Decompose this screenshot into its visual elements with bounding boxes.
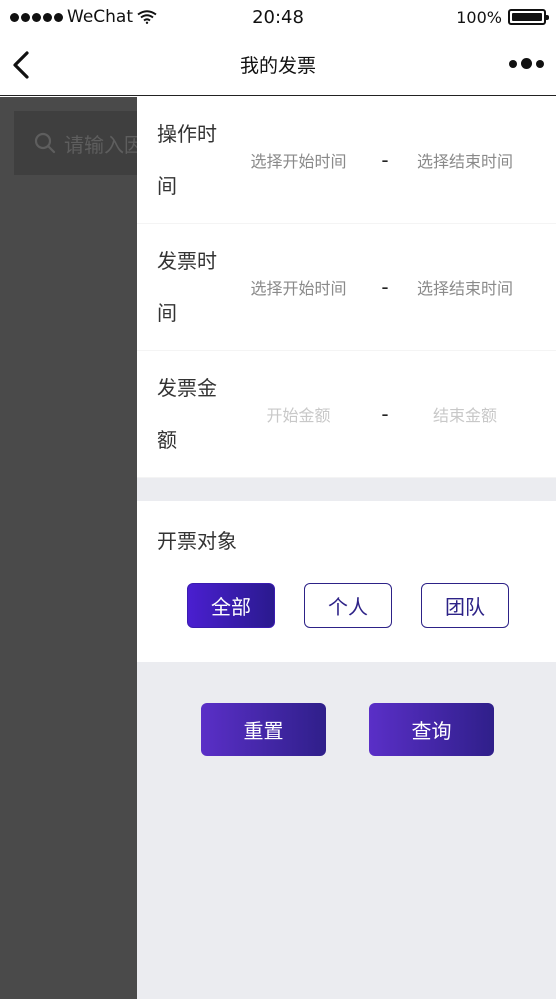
invoice-time-row: 发票时 间 选择开始时间 - 选择结束时间 [137, 224, 556, 351]
status-right: 100% [456, 7, 549, 27]
operation-time-range: 选择开始时间 - 选择结束时间 [227, 148, 556, 172]
invoice-amount-row: 发票金 额 开始金额 - 结束金额 [137, 351, 556, 478]
operation-time-row: 操作时 间 选择开始时间 - 选择结束时间 [137, 97, 556, 224]
reset-button[interactable]: 重置 [201, 703, 326, 756]
battery-fill [512, 13, 542, 21]
nav-bar: 我的发票 [0, 34, 556, 96]
target-panel: 开票对象 全部 个人 团队 [137, 501, 556, 662]
invoice-amount-label: 发票金 额 [137, 362, 227, 466]
signal-icon [10, 12, 63, 22]
filter-drawer: 操作时 间 选择开始时间 - 选择结束时间 发票时 间 选择开始时间 - 选择结… [137, 97, 556, 999]
label-line: 操作时 [157, 122, 217, 146]
option-personal-button[interactable]: 个人 [304, 583, 392, 628]
target-title: 开票对象 [157, 529, 237, 553]
min-amount-input[interactable]: 开始金额 [227, 402, 370, 426]
wifi-icon [137, 10, 157, 24]
search-placeholder: 请输入因 [64, 132, 144, 157]
invoice-time-range: 选择开始时间 - 选择结束时间 [227, 275, 556, 299]
option-all-button[interactable]: 全部 [187, 583, 275, 628]
operation-start-picker[interactable]: 选择开始时间 [227, 148, 370, 172]
filter-panel: 操作时 间 选择开始时间 - 选择结束时间 发票时 间 选择开始时间 - 选择结… [137, 97, 556, 478]
battery-percent: 100% [456, 7, 502, 27]
chevron-left-icon[interactable] [8, 48, 36, 82]
option-team-button[interactable]: 团队 [421, 583, 509, 628]
label-line: 发票时 [157, 249, 217, 273]
range-separator: - [381, 402, 389, 426]
operation-end-picker[interactable]: 选择结束时间 [400, 148, 530, 172]
invoice-amount-range: 开始金额 - 结束金额 [227, 402, 556, 426]
label-line: 间 [157, 174, 177, 198]
invoice-start-picker[interactable]: 选择开始时间 [227, 275, 370, 299]
max-amount-input[interactable]: 结束金额 [400, 402, 530, 426]
label-line: 发票金 [157, 376, 217, 400]
label-line: 间 [157, 301, 177, 325]
battery-icon [508, 9, 549, 25]
page-title: 我的发票 [239, 55, 316, 77]
more-dots-icon[interactable] [509, 58, 544, 69]
query-button[interactable]: 查询 [369, 703, 494, 756]
range-separator: - [381, 275, 389, 299]
carrier-label: WeChat [67, 7, 133, 27]
invoice-time-label: 发票时 间 [137, 235, 227, 339]
range-separator: - [381, 148, 389, 172]
invoice-end-picker[interactable]: 选择结束时间 [400, 275, 530, 299]
status-left: WeChat [10, 7, 157, 27]
operation-time-label: 操作时 间 [137, 108, 227, 212]
label-line: 额 [157, 428, 177, 452]
search-icon [34, 132, 56, 154]
status-bar: WeChat 20:48 100% [0, 0, 556, 34]
